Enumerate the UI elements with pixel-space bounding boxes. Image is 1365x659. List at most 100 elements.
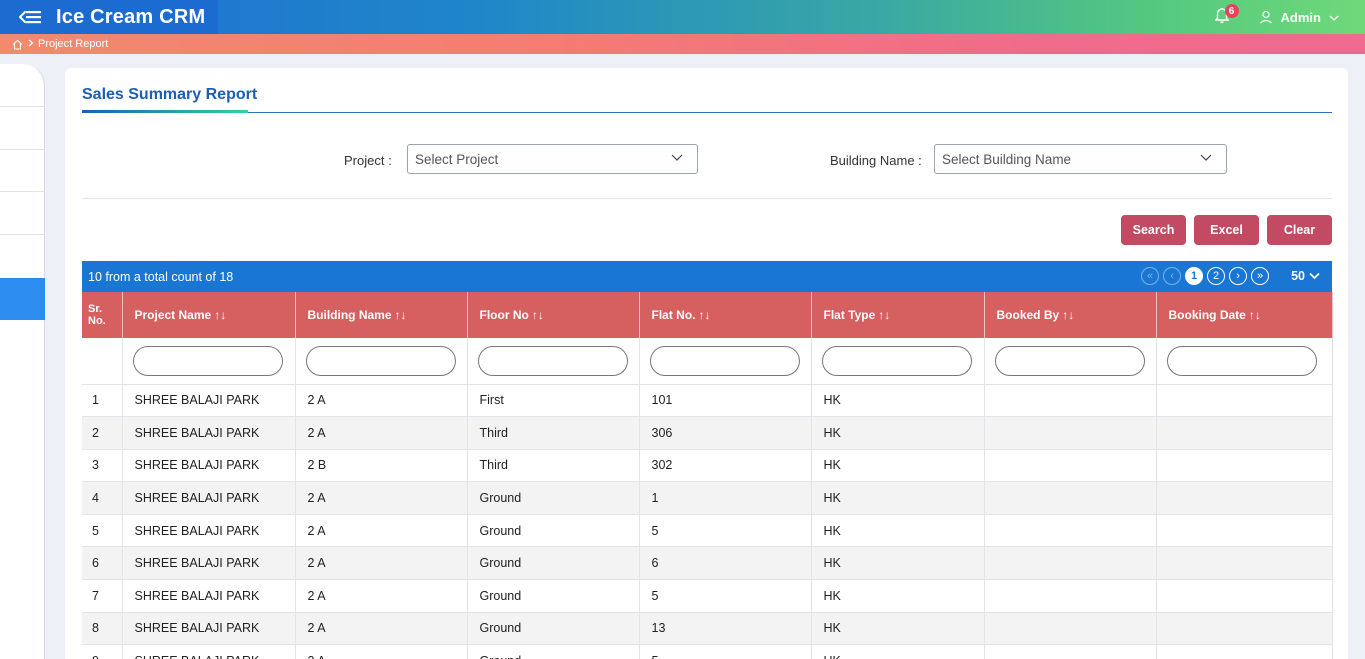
table-cell: 5 [82, 514, 123, 548]
chevron-down-icon[interactable] [1329, 10, 1339, 25]
table-cell: 5 [639, 514, 812, 548]
report-table: Sr. No. Project Name ↑↓ Building Name ↑↓ Floo… [82, 292, 1333, 659]
column-filter-input[interactable] [821, 345, 972, 376]
search-button[interactable]: Search [1121, 215, 1186, 245]
table-cell [984, 514, 1157, 548]
table-cell: Ground [467, 612, 640, 646]
table-cell: 2 A [295, 481, 468, 515]
column-header[interactable]: Booking Date ↑↓ [1156, 292, 1333, 338]
chevron-down-icon [1200, 154, 1212, 161]
table-row[interactable]: 6 SHREE BALAJI PARK 2 A Ground 6 HK [82, 546, 1333, 581]
table-cell [984, 481, 1157, 515]
column-filter-input[interactable] [305, 345, 456, 376]
table-cell: Ground [467, 514, 640, 548]
filter-cell [467, 338, 640, 385]
table-cell: Third [467, 449, 640, 483]
user-menu-label[interactable]: Admin [1281, 10, 1321, 25]
filter-cell [122, 338, 296, 385]
building-label: Building Name : [830, 153, 922, 168]
sidebar [0, 64, 45, 659]
table-cell [1156, 579, 1333, 613]
column-filter-input[interactable] [132, 345, 283, 376]
project-select[interactable]: Select Project [407, 144, 698, 174]
sort-icon[interactable]: ↑↓ [1249, 308, 1261, 322]
top-bar: Ice Cream CRM 6 Admin [0, 0, 1365, 34]
prev-page-icon[interactable]: ‹ [1163, 267, 1182, 285]
table-cell [1156, 481, 1333, 515]
table-cell: SHREE BALAJI PARK [122, 384, 296, 418]
per-page-select[interactable]: 50 [1291, 269, 1320, 283]
column-header[interactable]: Floor No ↑↓ [467, 292, 640, 338]
column-header-label: Floor No [479, 308, 529, 322]
sort-icon[interactable]: ↑↓ [878, 308, 890, 322]
menu-collapse-icon[interactable] [16, 8, 42, 26]
page-title: Sales Summary Report [82, 86, 258, 103]
building-select[interactable]: Select Building Name [934, 144, 1227, 174]
column-header[interactable]: Project Name ↑↓ [122, 292, 296, 338]
column-header[interactable]: Flat No. ↑↓ [639, 292, 812, 338]
column-filter-input[interactable] [1166, 345, 1317, 376]
sort-icon[interactable]: ↑↓ [532, 308, 544, 322]
page-2-button[interactable]: 2 [1207, 267, 1226, 285]
table-row[interactable]: 1 SHREE BALAJI PARK 2 A First 101 HK [82, 384, 1333, 418]
page-1-button[interactable]: 1 [1185, 267, 1204, 285]
table-cell: 1 [639, 481, 812, 515]
project-label: Project : [344, 153, 392, 168]
column-header[interactable]: Booked By ↑↓ [984, 292, 1157, 338]
table-row[interactable]: 7 SHREE BALAJI PARK 2 A Ground 5 HK [82, 579, 1333, 613]
column-header-label: Booked By [996, 308, 1060, 322]
table-row[interactable]: 9SHREE BALAJI PARK2 AGround5HK [82, 644, 1333, 659]
sort-icon[interactable]: ↑↓ [214, 308, 226, 322]
column-filter-input[interactable] [649, 345, 800, 376]
table-cell: SHREE BALAJI PARK [122, 481, 296, 515]
column-filter-input[interactable] [994, 345, 1145, 376]
record-count: 10 from a total count of 18 [88, 269, 234, 284]
home-icon[interactable] [12, 39, 23, 50]
breadcrumb-separator-icon [28, 38, 34, 50]
column-header[interactable]: Building Name ↑↓ [295, 292, 468, 338]
table-row[interactable]: 4 SHREE BALAJI PARK 2 A Ground 1 HK [82, 481, 1333, 515]
excel-button[interactable]: Excel [1194, 215, 1259, 245]
chevron-down-icon [1309, 272, 1320, 280]
table-cell: 4 [82, 481, 123, 515]
table-row[interactable]: 3 SHREE BALAJI PARK 2 B Third 302 HK [82, 449, 1333, 483]
table-cell: 7 [82, 579, 123, 613]
sidebar-divider [0, 106, 45, 107]
table-cell [1156, 449, 1333, 483]
table-row[interactable]: 2 SHREE BALAJI PARK 2 A Third 306 HK [82, 416, 1333, 450]
column-header[interactable]: Flat Type ↑↓ [811, 292, 985, 338]
table-cell: SHREE BALAJI PARK [122, 546, 296, 581]
sidebar-divider [0, 149, 45, 150]
pagination: « ‹ 1 2 › » 50 [1141, 267, 1320, 285]
sidebar-item-active[interactable] [0, 278, 45, 320]
table-cell: 2 A [295, 546, 468, 581]
table-row[interactable]: 8 SHREE BALAJI PARK 2 A Ground 13 HK [82, 612, 1333, 646]
table-cell: SHREE BALAJI PARK [122, 644, 296, 659]
column-filter-input[interactable] [477, 345, 628, 376]
breadcrumb-current: Project Report [38, 38, 109, 50]
next-page-icon[interactable]: › [1229, 267, 1248, 285]
clear-button[interactable]: Clear [1267, 215, 1332, 245]
sort-icon[interactable]: ↑↓ [699, 308, 711, 322]
table-cell: 302 [639, 449, 812, 483]
last-page-icon[interactable]: » [1251, 267, 1270, 285]
table-cell: 8 [82, 612, 123, 646]
sort-icon[interactable]: ↑↓ [1062, 308, 1074, 322]
table-cell: 2 A [295, 384, 468, 418]
table-row[interactable]: 5 SHREE BALAJI PARK 2 A Ground 5 HK [82, 514, 1333, 548]
table-cell: Third [467, 416, 640, 450]
table-cell: 306 [639, 416, 812, 450]
table-cell: HK [811, 481, 985, 515]
app-title: Ice Cream CRM [56, 5, 206, 28]
table-cell: 2 B [295, 449, 468, 483]
user-icon[interactable] [1259, 10, 1273, 24]
table-cell: SHREE BALAJI PARK [122, 612, 296, 646]
table-cell [984, 384, 1157, 418]
table-cell [984, 612, 1157, 646]
notification-bell-icon[interactable]: 6 [1214, 4, 1239, 26]
table-cell [984, 546, 1157, 581]
first-page-icon[interactable]: « [1141, 267, 1160, 285]
filter-cell [984, 338, 1157, 385]
sort-icon[interactable]: ↑↓ [395, 308, 407, 322]
sidebar-divider [0, 234, 45, 235]
